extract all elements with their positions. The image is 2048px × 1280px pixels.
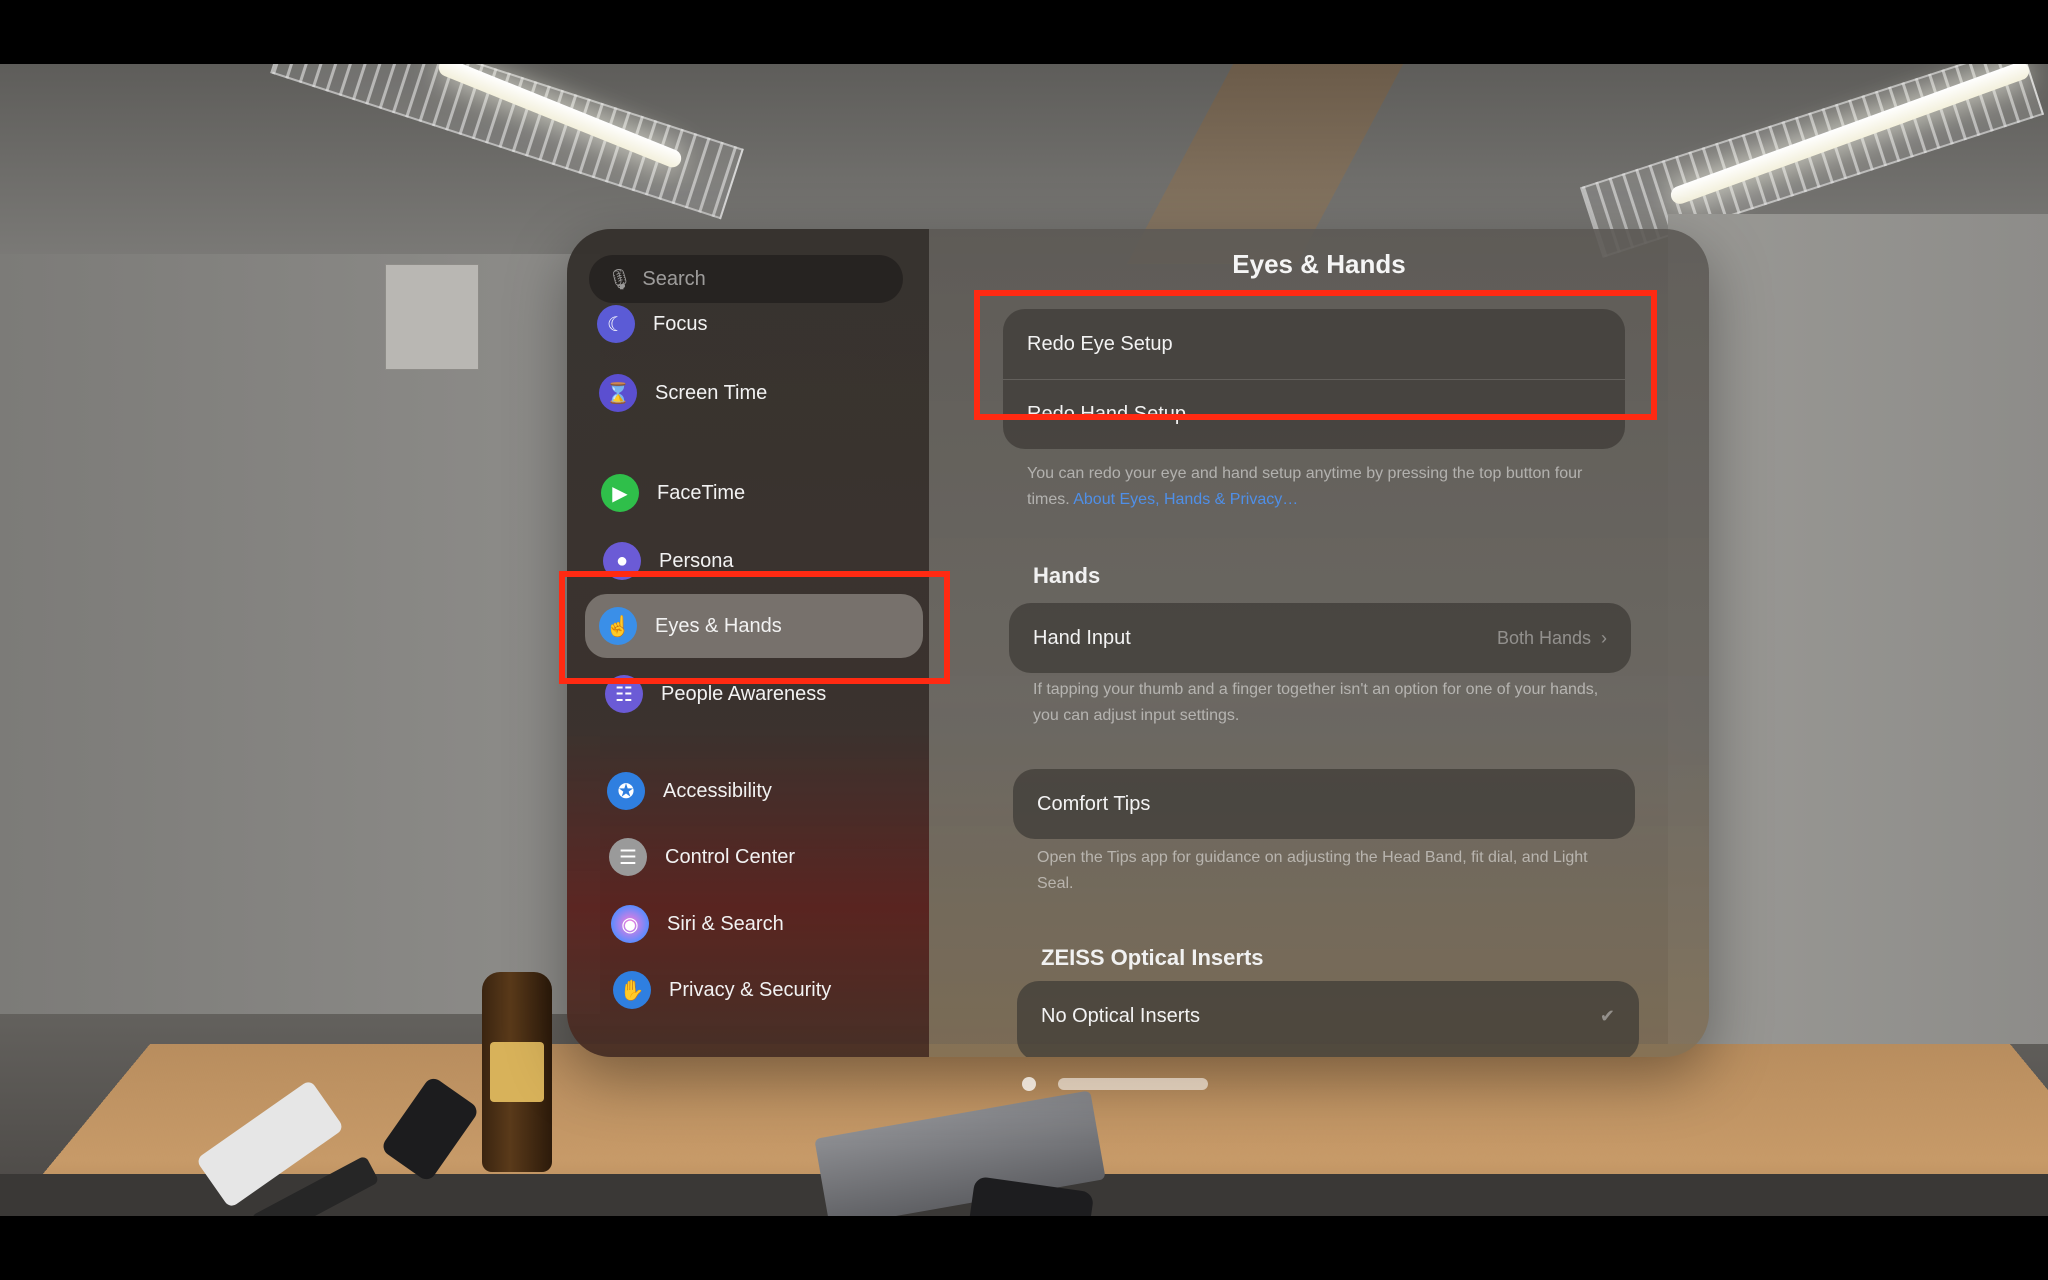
close-dot[interactable] bbox=[1022, 1077, 1036, 1091]
hand-input-row[interactable]: Hand Input Both Hands › bbox=[1009, 603, 1631, 673]
checkmark-icon: ✔ bbox=[1599, 1005, 1615, 1026]
sidebar-item-label: Siri & Search bbox=[667, 912, 784, 935]
accessibility-icon: ✪ bbox=[607, 772, 645, 810]
sidebar-item-label: Focus bbox=[653, 312, 708, 335]
moon-icon: ☾ bbox=[597, 305, 635, 343]
chevron-right-icon: › bbox=[1601, 627, 1607, 648]
about-privacy-link[interactable]: About Eyes, Hands & Privacy… bbox=[1073, 491, 1298, 508]
zeiss-section-header: ZEISS Optical Inserts bbox=[1041, 945, 1264, 970]
window-grab-bar[interactable] bbox=[1022, 1077, 1208, 1091]
video-icon: ▶ bbox=[601, 474, 639, 512]
highlight-box-redo-eye-setup bbox=[974, 290, 1657, 420]
window-bar[interactable] bbox=[1058, 1078, 1208, 1090]
sidebar-item-accessibility[interactable]: ✪ Accessibility bbox=[593, 759, 913, 823]
right-wall bbox=[1668, 214, 2048, 1044]
siri-icon: ◉ bbox=[611, 905, 649, 943]
sidebar-item-label: Privacy & Security bbox=[669, 978, 832, 1001]
sidebar-item-label: Screen Time bbox=[655, 381, 768, 404]
wall-box bbox=[385, 264, 479, 370]
sidebar-item-label: People Awareness bbox=[661, 682, 827, 705]
sidebar-item-privacy-security[interactable]: ✋ Privacy & Security bbox=[599, 958, 919, 1022]
comfort-group: Comfort Tips bbox=[1013, 769, 1635, 839]
sidebar-item-label: Persona bbox=[659, 549, 734, 572]
hourglass-icon: ⌛ bbox=[599, 374, 637, 412]
left-wall bbox=[0, 254, 600, 1014]
sidebar-item-siri-search[interactable]: ◉ Siri & Search bbox=[597, 892, 917, 956]
comfort-tips-button[interactable]: Comfort Tips bbox=[1013, 769, 1635, 839]
sidebar-item-focus[interactable]: ☾ Focus bbox=[583, 299, 903, 349]
sidebar-item-control-center[interactable]: ☰ Control Center bbox=[595, 825, 915, 889]
comfort-tips-label: Comfort Tips bbox=[1037, 792, 1151, 815]
no-optical-inserts-label: No Optical Inserts bbox=[1041, 1004, 1200, 1027]
sidebar-item-facetime[interactable]: ▶ FaceTime bbox=[587, 461, 907, 525]
hand-input-value: Both Hands › bbox=[1497, 628, 1607, 649]
microphone-icon[interactable]: 🎙 bbox=[607, 267, 632, 292]
hand-input-label: Hand Input bbox=[1033, 626, 1131, 649]
sidebar-item-label: Accessibility bbox=[663, 779, 772, 802]
no-optical-inserts-option[interactable]: No Optical Inserts ✔ bbox=[1017, 981, 1639, 1051]
highlight-box-eyes-hands bbox=[559, 571, 950, 684]
toggles-icon: ☰ bbox=[609, 838, 647, 876]
search-input[interactable]: 🎙 Search bbox=[589, 255, 903, 303]
sidebar-item-screen-time[interactable]: ⌛ Screen Time bbox=[585, 361, 905, 425]
hands-footnote: If tapping your thumb and a finger toget… bbox=[1033, 681, 1599, 724]
comfort-footnote: Open the Tips app for guidance on adjust… bbox=[1037, 849, 1588, 892]
sidebar-item-label: FaceTime bbox=[657, 481, 746, 504]
sidebar-item-label: Control Center bbox=[665, 845, 796, 868]
bottle bbox=[482, 972, 552, 1172]
zeiss-group: No Optical Inserts ✔ bbox=[1017, 981, 1639, 1057]
search-placeholder: Search bbox=[642, 267, 706, 290]
hands-section-header: Hands bbox=[1033, 563, 1101, 588]
page-title: Eyes & Hands bbox=[1232, 249, 1406, 279]
hand-input-value-text: Both Hands bbox=[1496, 627, 1591, 648]
hand-raised-icon: ✋ bbox=[613, 971, 651, 1009]
setup-footnote: You can redo your eye and hand setup any… bbox=[1027, 461, 1607, 513]
hands-group: Hand Input Both Hands › bbox=[1009, 603, 1631, 673]
